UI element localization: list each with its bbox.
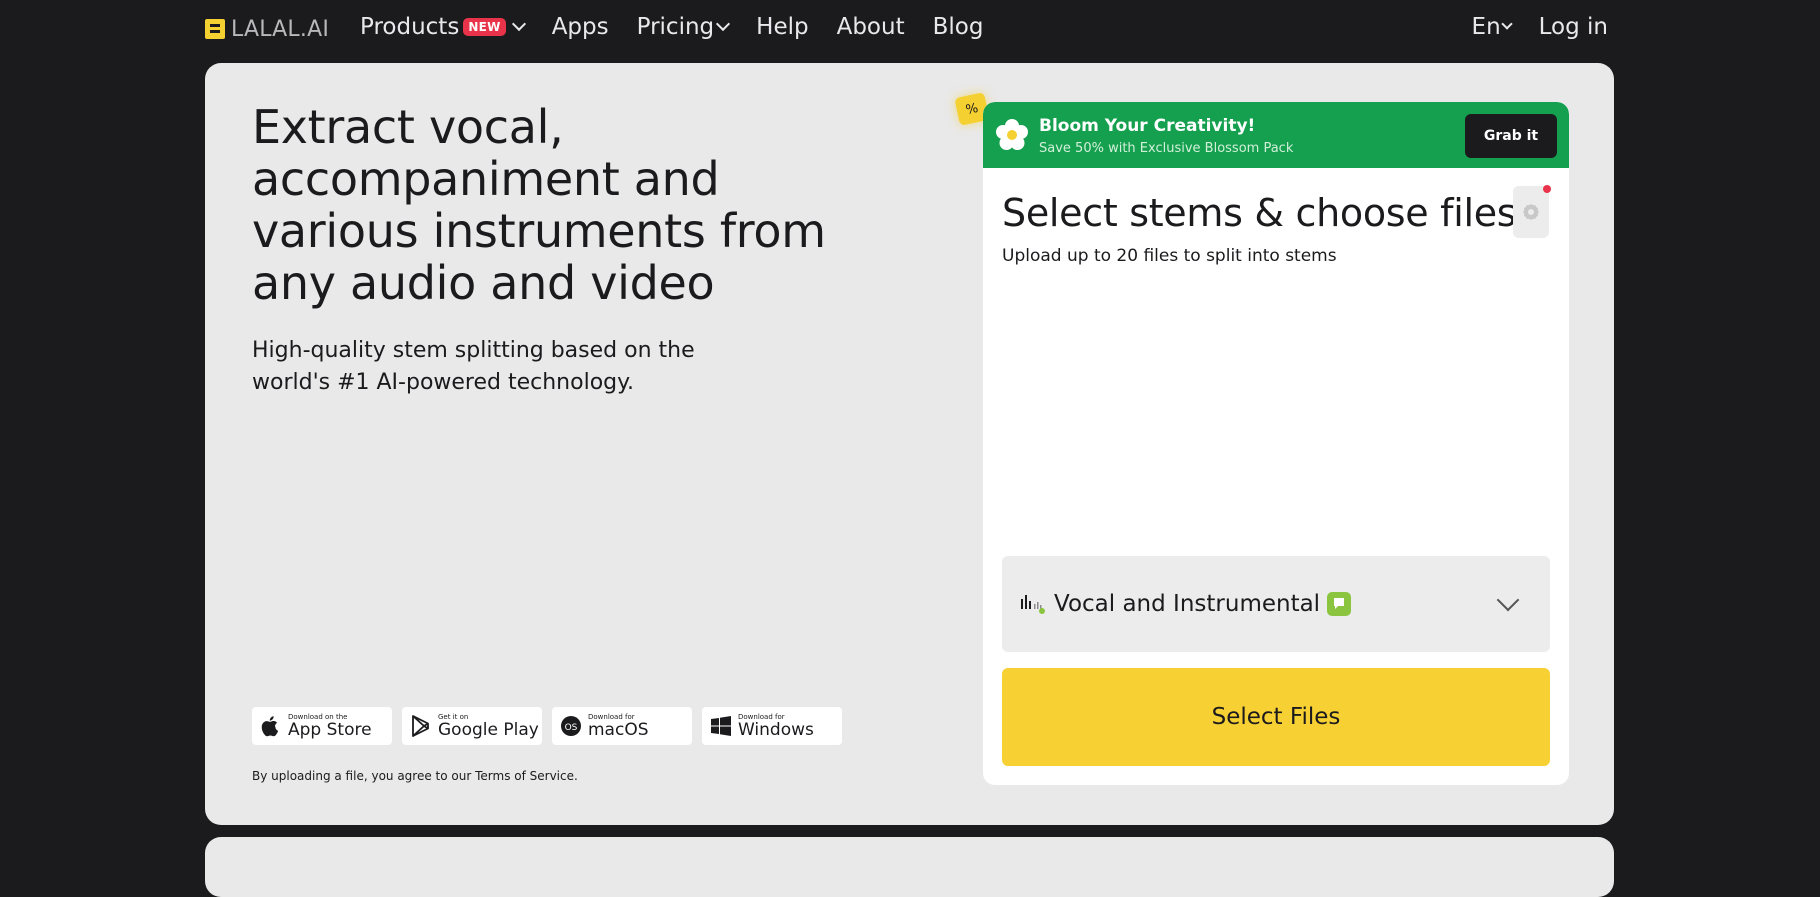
apple-icon	[260, 715, 282, 737]
nav-links: Products NEW Apps Pricing Help About Blo…	[360, 14, 1011, 40]
macos-icon: OS	[560, 715, 582, 737]
windows-badge[interactable]: Download for Windows	[702, 707, 842, 745]
nav-blog[interactable]: Blog	[933, 14, 984, 40]
hero-card: Extract vocal, accompaniment and various…	[205, 63, 1614, 825]
select-files-button[interactable]: Select Files	[1002, 668, 1550, 766]
promo-banner: Bloom Your Creativity! Save 50% with Exc…	[983, 102, 1569, 168]
logo-text: LALAL.AI	[231, 16, 330, 42]
nav-pricing-label: Pricing	[636, 14, 715, 40]
nav-help-label: Help	[756, 14, 809, 40]
settings-button[interactable]	[1513, 186, 1549, 238]
app-store-text: Download on the App Store	[288, 713, 372, 740]
nav-about[interactable]: About	[837, 14, 905, 40]
logo[interactable]: LALAL.AI	[205, 16, 330, 42]
promo-title: Bloom Your Creativity!	[1039, 116, 1256, 136]
login-link[interactable]: Log in	[1539, 14, 1608, 40]
upload-subtitle: Upload up to 20 files to split into stem…	[1002, 246, 1337, 266]
stem-option-label: Vocal and Instrumental	[1054, 591, 1321, 617]
nav-right: En Log in	[1472, 14, 1608, 40]
chevron-down-icon	[1496, 588, 1520, 612]
nav-products-label: Products	[360, 14, 460, 40]
nav-apps[interactable]: Apps	[552, 14, 609, 40]
next-section-card	[205, 837, 1614, 897]
gear-icon	[1523, 204, 1539, 220]
new-badge: NEW	[463, 18, 506, 36]
store-big-label: App Store	[288, 719, 372, 740]
store-big-label: macOS	[588, 719, 649, 740]
nav-about-label: About	[836, 14, 905, 40]
nav-apps-label: Apps	[551, 14, 609, 40]
nav-pricing[interactable]: Pricing	[636, 14, 731, 40]
chevron-down-icon	[716, 16, 731, 32]
svg-text:OS: OS	[565, 723, 578, 733]
waveform-icon	[1021, 595, 1045, 614]
top-nav: LALAL.AI Products NEW Apps Pricing Help …	[0, 0, 1820, 60]
macos-badge[interactable]: OS Download for macOS	[552, 707, 692, 745]
upload-panel: Bloom Your Creativity! Save 50% with Exc…	[983, 102, 1569, 785]
google-play-badge[interactable]: Get it on Google Play	[402, 707, 542, 745]
store-big-label: Google Play	[438, 719, 539, 740]
chat-icon	[1327, 592, 1352, 616]
language-selector[interactable]: En	[1471, 14, 1513, 40]
nav-help[interactable]: Help	[756, 14, 808, 40]
windows-text: Download for Windows	[738, 713, 814, 740]
google-play-icon	[410, 715, 432, 737]
macos-text: Download for macOS	[588, 713, 649, 740]
chevron-down-icon	[1500, 18, 1513, 30]
nav-blog-label: Blog	[932, 14, 984, 40]
grab-it-button[interactable]: Grab it	[1465, 114, 1557, 158]
hero-headline: Extract vocal, accompaniment and various…	[252, 100, 826, 310]
google-play-text: Get it on Google Play	[438, 713, 539, 740]
windows-icon	[710, 715, 732, 737]
notification-dot	[1543, 185, 1551, 193]
promo-subtitle: Save 50% with Exclusive Blossom Pack	[1039, 141, 1294, 156]
store-big-label: Windows	[738, 719, 814, 740]
store-badges: Download on the App Store Get it on Goog…	[252, 707, 842, 745]
app-store-badge[interactable]: Download on the App Store	[252, 707, 392, 745]
terms-notice: By uploading a file, you agree to our Te…	[252, 769, 578, 783]
upload-title: Select stems & choose files	[1002, 191, 1517, 235]
nav-products[interactable]: Products NEW	[360, 14, 526, 40]
flower-icon	[996, 119, 1028, 150]
chevron-down-icon	[511, 16, 526, 32]
language-label: En	[1471, 14, 1501, 40]
hero-subline: High-quality stem splitting based on the…	[252, 338, 695, 395]
logo-icon	[205, 19, 225, 39]
stem-selector[interactable]: Vocal and Instrumental	[1002, 556, 1550, 652]
